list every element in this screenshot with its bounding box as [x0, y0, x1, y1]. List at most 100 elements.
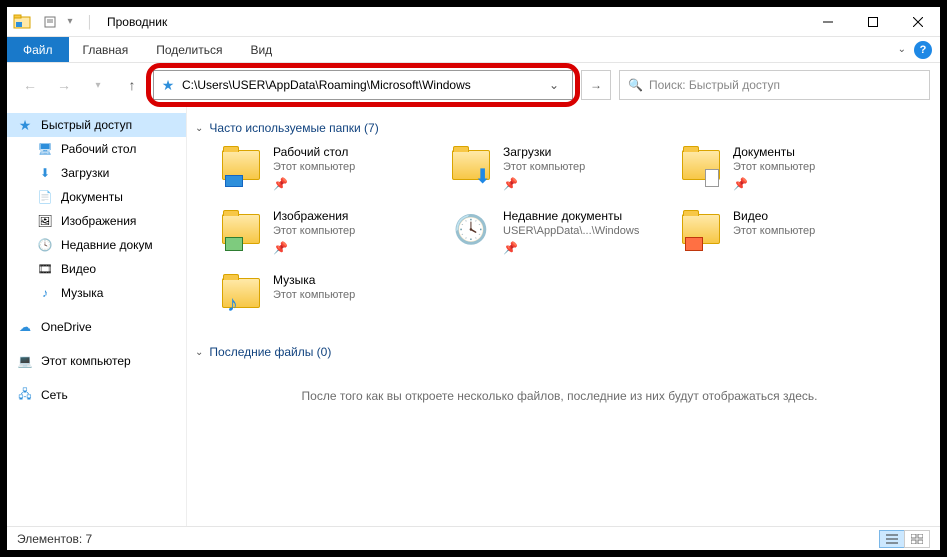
- address-bar[interactable]: ★ C:\Users\USER\AppData\Roaming\Microsof…: [153, 70, 573, 100]
- file-tab[interactable]: Файл: [7, 37, 69, 62]
- go-button[interactable]: →: [581, 70, 611, 100]
- sidebar-item-label: Музыка: [61, 286, 103, 300]
- status-item-count: Элементов: 7: [17, 532, 92, 546]
- tile-documents[interactable]: Документы Этот компьютер 📌: [679, 145, 889, 191]
- forward-button[interactable]: →: [51, 72, 77, 98]
- tile-sub: Этот компьютер: [503, 161, 585, 173]
- tile-name: Музыка: [273, 273, 355, 287]
- search-box[interactable]: 🔍 Поиск: Быстрый доступ: [619, 70, 930, 100]
- qat-dropdown-icon[interactable]: ▾: [61, 13, 79, 31]
- pin-icon: 📌: [503, 177, 585, 191]
- tile-downloads[interactable]: ⬇ Загрузки Этот компьютер 📌: [449, 145, 659, 191]
- qat-separator: │: [81, 13, 99, 31]
- sidebar-item-label: Рабочий стол: [61, 142, 136, 156]
- ribbon: Файл Главная Поделиться Вид ⌄ ?: [7, 37, 940, 63]
- pin-icon: 📌: [503, 241, 639, 255]
- chevron-down-icon: ⌄: [195, 347, 203, 358]
- back-button[interactable]: ←: [17, 72, 43, 98]
- video-icon: 🎞: [37, 261, 53, 277]
- explorer-window: ▾ │ Проводник Файл Главная Поделиться Ви…: [0, 0, 947, 557]
- view-large-icons-button[interactable]: [904, 530, 930, 548]
- tile-recent-documents[interactable]: 🕓 Недавние документы USER\AppData\...\Wi…: [449, 209, 659, 255]
- sidebar-item-label: Загрузки: [61, 166, 109, 180]
- folder-icon: ♪: [219, 273, 263, 313]
- sidebar-label: Быстрый доступ: [41, 118, 132, 132]
- tile-sub: Этот компьютер: [733, 161, 815, 173]
- sidebar-quick-access[interactable]: ★ Быстрый доступ: [7, 113, 186, 137]
- address-dropdown-icon[interactable]: ⌄: [542, 78, 566, 92]
- section-title: Часто используемые папки (7): [209, 121, 378, 135]
- tile-videos[interactable]: Видео Этот компьютер: [679, 209, 889, 255]
- tile-pictures[interactable]: Изображения Этот компьютер 📌: [219, 209, 429, 255]
- empty-recent-message: После того как вы откроете несколько фай…: [195, 369, 924, 423]
- sidebar-item-downloads[interactable]: ⬇ Загрузки: [7, 161, 186, 185]
- sidebar-item-pictures[interactable]: 🖼 Изображения: [7, 209, 186, 233]
- status-bar: Элементов: 7: [7, 526, 940, 550]
- cloud-icon: ☁: [17, 319, 33, 335]
- pc-icon: 💻: [17, 353, 33, 369]
- desktop-icon: 🖥: [37, 141, 53, 157]
- address-path[interactable]: C:\Users\USER\AppData\Roaming\Microsoft\…: [182, 78, 542, 92]
- window-title: Проводник: [99, 15, 167, 29]
- tile-sub: Этот компьютер: [273, 161, 355, 173]
- sidebar-label: OneDrive: [41, 320, 92, 334]
- recent-docs-icon: 🕓: [449, 209, 493, 249]
- titlebar-app-icon: [7, 13, 37, 31]
- view-details-button[interactable]: [879, 530, 905, 548]
- up-button[interactable]: ↑: [119, 72, 145, 98]
- tile-name: Видео: [733, 209, 815, 223]
- folder-icon: ⬇: [449, 145, 493, 185]
- sidebar-item-documents[interactable]: 📄 Документы: [7, 185, 186, 209]
- tile-music[interactable]: ♪ Музыка Этот компьютер: [219, 273, 429, 313]
- sidebar-this-pc[interactable]: 💻 Этот компьютер: [7, 349, 186, 373]
- tile-name: Рабочий стол: [273, 145, 355, 159]
- section-title: Последние файлы (0): [209, 345, 331, 359]
- sidebar-item-desktop[interactable]: 🖥 Рабочий стол: [7, 137, 186, 161]
- download-icon: ⬇: [37, 165, 53, 181]
- sidebar-item-videos[interactable]: 🎞 Видео: [7, 257, 186, 281]
- navigation-pane: ★ Быстрый доступ 🖥 Рабочий стол ⬇ Загруз…: [7, 107, 187, 526]
- sidebar-onedrive[interactable]: ☁ OneDrive: [7, 315, 186, 339]
- help-icon[interactable]: ?: [914, 41, 932, 59]
- tile-sub: Этот компьютер: [273, 225, 355, 237]
- minimize-button[interactable]: [805, 7, 850, 37]
- tab-view[interactable]: Вид: [236, 37, 286, 62]
- tile-sub: Этот компьютер: [733, 225, 815, 237]
- ribbon-expand-icon[interactable]: ⌄: [898, 44, 906, 55]
- view-toggle: [880, 530, 930, 548]
- sidebar-item-label: Недавние докум: [61, 238, 153, 252]
- sidebar-item-recent-docs[interactable]: 🕓 Недавние докум: [7, 233, 186, 257]
- sidebar-item-label: Изображения: [61, 214, 136, 228]
- tile-sub: USER\AppData\...\Windows: [503, 225, 639, 237]
- tile-desktop[interactable]: Рабочий стол Этот компьютер 📌: [219, 145, 429, 191]
- qat-properties-icon[interactable]: [41, 13, 59, 31]
- sidebar-network[interactable]: 🖧 Сеть: [7, 383, 186, 407]
- body: ★ Быстрый доступ 🖥 Рабочий стол ⬇ Загруз…: [7, 107, 940, 526]
- folder-icon: [679, 145, 723, 185]
- search-placeholder: Поиск: Быстрый доступ: [649, 78, 780, 92]
- content-pane: ⌄ Часто используемые папки (7) Рабочий с…: [187, 107, 940, 526]
- tab-home[interactable]: Главная: [69, 37, 143, 62]
- section-frequent-folders[interactable]: ⌄ Часто используемые папки (7): [195, 121, 924, 135]
- recent-icon: 🕓: [37, 237, 53, 253]
- tile-sub: Этот компьютер: [273, 289, 355, 301]
- sidebar-label: Этот компьютер: [41, 354, 131, 368]
- recent-dropdown-icon[interactable]: ▾: [85, 72, 111, 98]
- pin-icon: 📌: [733, 177, 815, 191]
- sidebar-label: Сеть: [41, 388, 68, 402]
- document-icon: 📄: [37, 189, 53, 205]
- sidebar-item-music[interactable]: ♪ Музыка: [7, 281, 186, 305]
- tile-name: Недавние документы: [503, 209, 639, 223]
- maximize-button[interactable]: [850, 7, 895, 37]
- sidebar-item-label: Документы: [61, 190, 123, 204]
- star-icon: ★: [17, 117, 33, 133]
- network-icon: 🖧: [17, 387, 33, 403]
- quick-access-star-icon: ★: [160, 77, 176, 93]
- frequent-folders-grid: Рабочий стол Этот компьютер 📌 ⬇ Загрузки…: [219, 145, 924, 331]
- pictures-icon: 🖼: [37, 213, 53, 229]
- section-recent-files[interactable]: ⌄ Последние файлы (0): [195, 345, 924, 359]
- close-button[interactable]: [895, 7, 940, 37]
- quick-access-toolbar: ▾ │: [37, 13, 99, 31]
- tile-name: Изображения: [273, 209, 355, 223]
- tab-share[interactable]: Поделиться: [142, 37, 236, 62]
